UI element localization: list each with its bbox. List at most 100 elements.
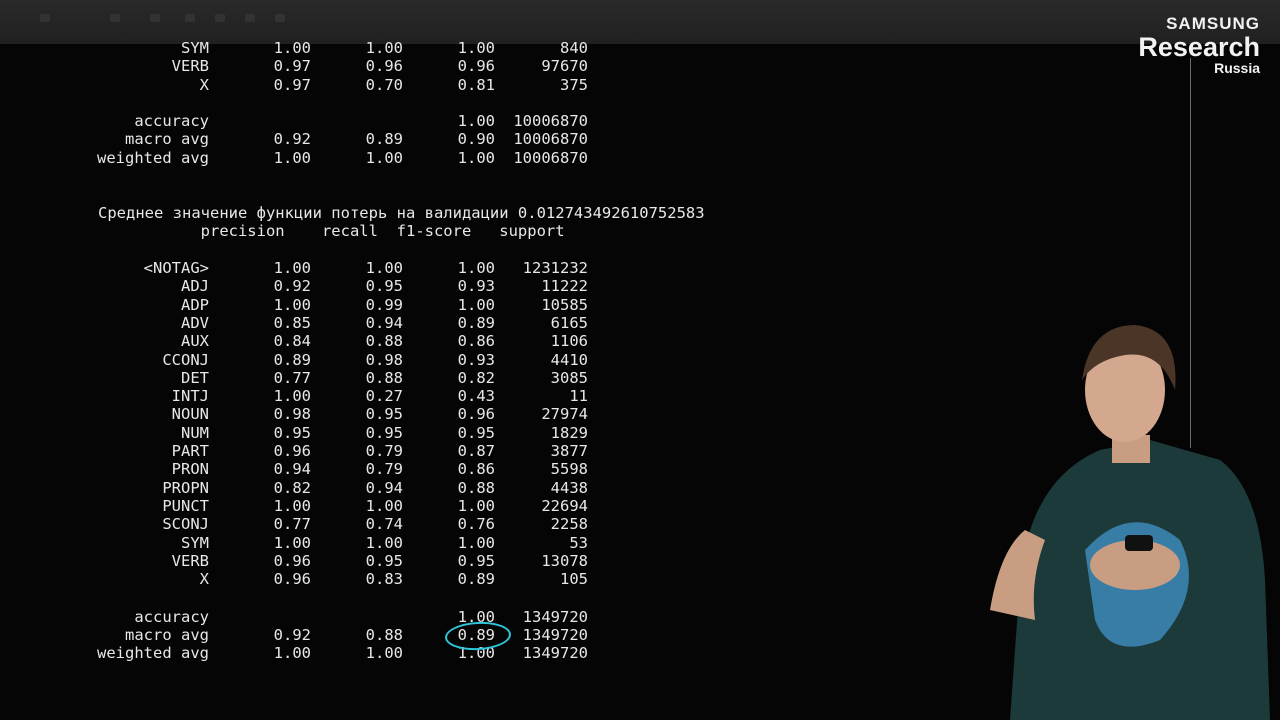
f1-cell: 0.90 — [457, 130, 495, 149]
recall-cell: 0.98 — [365, 350, 403, 369]
row-label: weighted avg — [97, 148, 209, 167]
report-row: accuracy 1.00 1349720 — [0, 608, 600, 626]
row-label: SYM — [181, 39, 209, 57]
support-cell: 53 — [569, 533, 588, 552]
precision-cell: 0.96 — [273, 570, 311, 589]
terminal-output: Среднее значение функции потерь на валид… — [0, 0, 760, 720]
report-row: SCONJ 0.77 0.74 0.76 2258 — [0, 515, 600, 533]
support-cell: 22694 — [541, 496, 588, 515]
report-row: AUX 0.84 0.88 0.86 1106 — [0, 332, 600, 350]
support-cell: 11 — [569, 387, 588, 406]
support-cell: 10585 — [541, 295, 588, 314]
precision-cell: 0.92 — [273, 625, 311, 644]
precision-cell: 1.00 — [273, 533, 311, 552]
precision-cell: 0.77 — [273, 515, 311, 534]
row-label: PART — [171, 442, 209, 460]
recall-cell: 0.74 — [365, 515, 403, 534]
precision-cell: 0.92 — [273, 277, 311, 296]
f1-cell: 0.81 — [457, 75, 495, 94]
report-row: NOUN 0.98 0.95 0.96 27974 — [0, 405, 600, 423]
support-cell: 97670 — [541, 57, 588, 76]
row-label: AUX — [181, 332, 209, 351]
precision-cell: 0.84 — [273, 332, 311, 351]
support-cell: 10006870 — [513, 148, 588, 167]
support-cell: 1349720 — [522, 625, 588, 644]
precision-cell: 1.00 — [273, 259, 311, 277]
row-label: macro avg — [125, 130, 209, 149]
row-label: ADV — [181, 313, 209, 332]
row-label: CCONJ — [162, 350, 209, 369]
row-label: SYM — [181, 533, 209, 552]
report-row: PART 0.96 0.79 0.87 3877 — [0, 442, 600, 460]
row-label: PROPN — [162, 478, 209, 497]
recall-cell: 0.88 — [365, 625, 403, 644]
support-cell: 1349720 — [522, 607, 588, 626]
support-cell: 1829 — [550, 423, 588, 442]
precision-cell: 0.97 — [273, 75, 311, 94]
f1-cell: 0.89 — [457, 313, 495, 332]
precision-cell: 1.00 — [273, 295, 311, 314]
row-label: ADJ — [181, 277, 209, 296]
row-label: SCONJ — [162, 515, 209, 534]
row-label: DET — [181, 368, 209, 387]
row-label: weighted avg — [97, 644, 209, 663]
support-cell: 13078 — [541, 551, 588, 570]
row-label: PUNCT — [162, 496, 209, 515]
report-row: SYM 1.00 1.00 1.00 53 — [0, 534, 600, 552]
f1-cell: 0.93 — [457, 350, 495, 369]
f1-cell: 0.96 — [457, 405, 495, 424]
support-cell: 1231232 — [522, 259, 588, 277]
report-row: ADV 0.85 0.94 0.89 6165 — [0, 314, 600, 332]
row-label: VERB — [171, 57, 209, 76]
report-row: X 0.97 0.70 0.81 375 — [0, 76, 600, 94]
row-label: INTJ — [171, 387, 209, 406]
f1-cell: 1.00 — [457, 39, 495, 57]
f1-cell: 0.76 — [457, 515, 495, 534]
report-row: X 0.96 0.83 0.89 105 — [0, 570, 600, 588]
report-row: PUNCT 1.00 1.00 1.00 22694 — [0, 497, 600, 515]
recall-cell: 0.94 — [365, 478, 403, 497]
support-cell: 4438 — [550, 478, 588, 497]
row-label: ADP — [181, 295, 209, 314]
report-row: PRON 0.94 0.79 0.86 5598 — [0, 460, 600, 478]
recall-cell: 0.94 — [365, 313, 403, 332]
row-label: <NOTAG> — [143, 259, 209, 277]
row-label: PRON — [171, 460, 209, 479]
recall-cell: 0.79 — [365, 442, 403, 460]
f1-cell: 0.82 — [457, 368, 495, 387]
precision-cell: 1.00 — [273, 496, 311, 515]
precision-cell: 1.00 — [273, 387, 311, 406]
f1-cell: 0.93 — [457, 277, 495, 296]
recall-cell: 0.95 — [365, 423, 403, 442]
support-cell: 105 — [560, 570, 588, 589]
report-row: VERB 0.97 0.96 0.96 97670 — [0, 57, 600, 75]
precision-cell: 1.00 — [273, 39, 311, 57]
validation-loss-line: Среднее значение функции потерь на валид… — [98, 204, 705, 222]
support-cell: 27974 — [541, 405, 588, 424]
f1-cell: 1.00 — [457, 533, 495, 552]
support-cell: 6165 — [550, 313, 588, 332]
f1-cell: 1.00 — [457, 496, 495, 515]
recall-cell: 0.96 — [365, 57, 403, 76]
f1-cell: 0.87 — [457, 442, 495, 460]
support-cell: 10006870 — [513, 112, 588, 130]
report-row: ADJ 0.92 0.95 0.93 11222 — [0, 277, 600, 295]
precision-cell: 1.00 — [273, 148, 311, 167]
precision-cell: 0.77 — [273, 368, 311, 387]
f1-cell: 0.96 — [457, 57, 495, 76]
support-cell: 375 — [560, 75, 588, 94]
f1-cell: 0.89 — [457, 570, 495, 589]
support-cell: 5598 — [550, 460, 588, 479]
precision-cell: 0.98 — [273, 405, 311, 424]
recall-cell: 1.00 — [365, 496, 403, 515]
row-label: accuracy — [134, 607, 209, 626]
precision-cell: 0.94 — [273, 460, 311, 479]
support-cell: 4410 — [550, 350, 588, 369]
f1-cell: 1.00 — [457, 148, 495, 167]
recall-cell: 0.95 — [365, 405, 403, 424]
row-label: accuracy — [134, 112, 209, 130]
report-header: precision recall f1-score support — [98, 222, 565, 240]
recall-cell: 0.27 — [365, 387, 403, 406]
report-row: weighted avg 1.00 1.00 1.00 10006870 — [0, 149, 600, 167]
report-row: weighted avg 1.00 1.00 1.00 1349720 — [0, 644, 600, 662]
